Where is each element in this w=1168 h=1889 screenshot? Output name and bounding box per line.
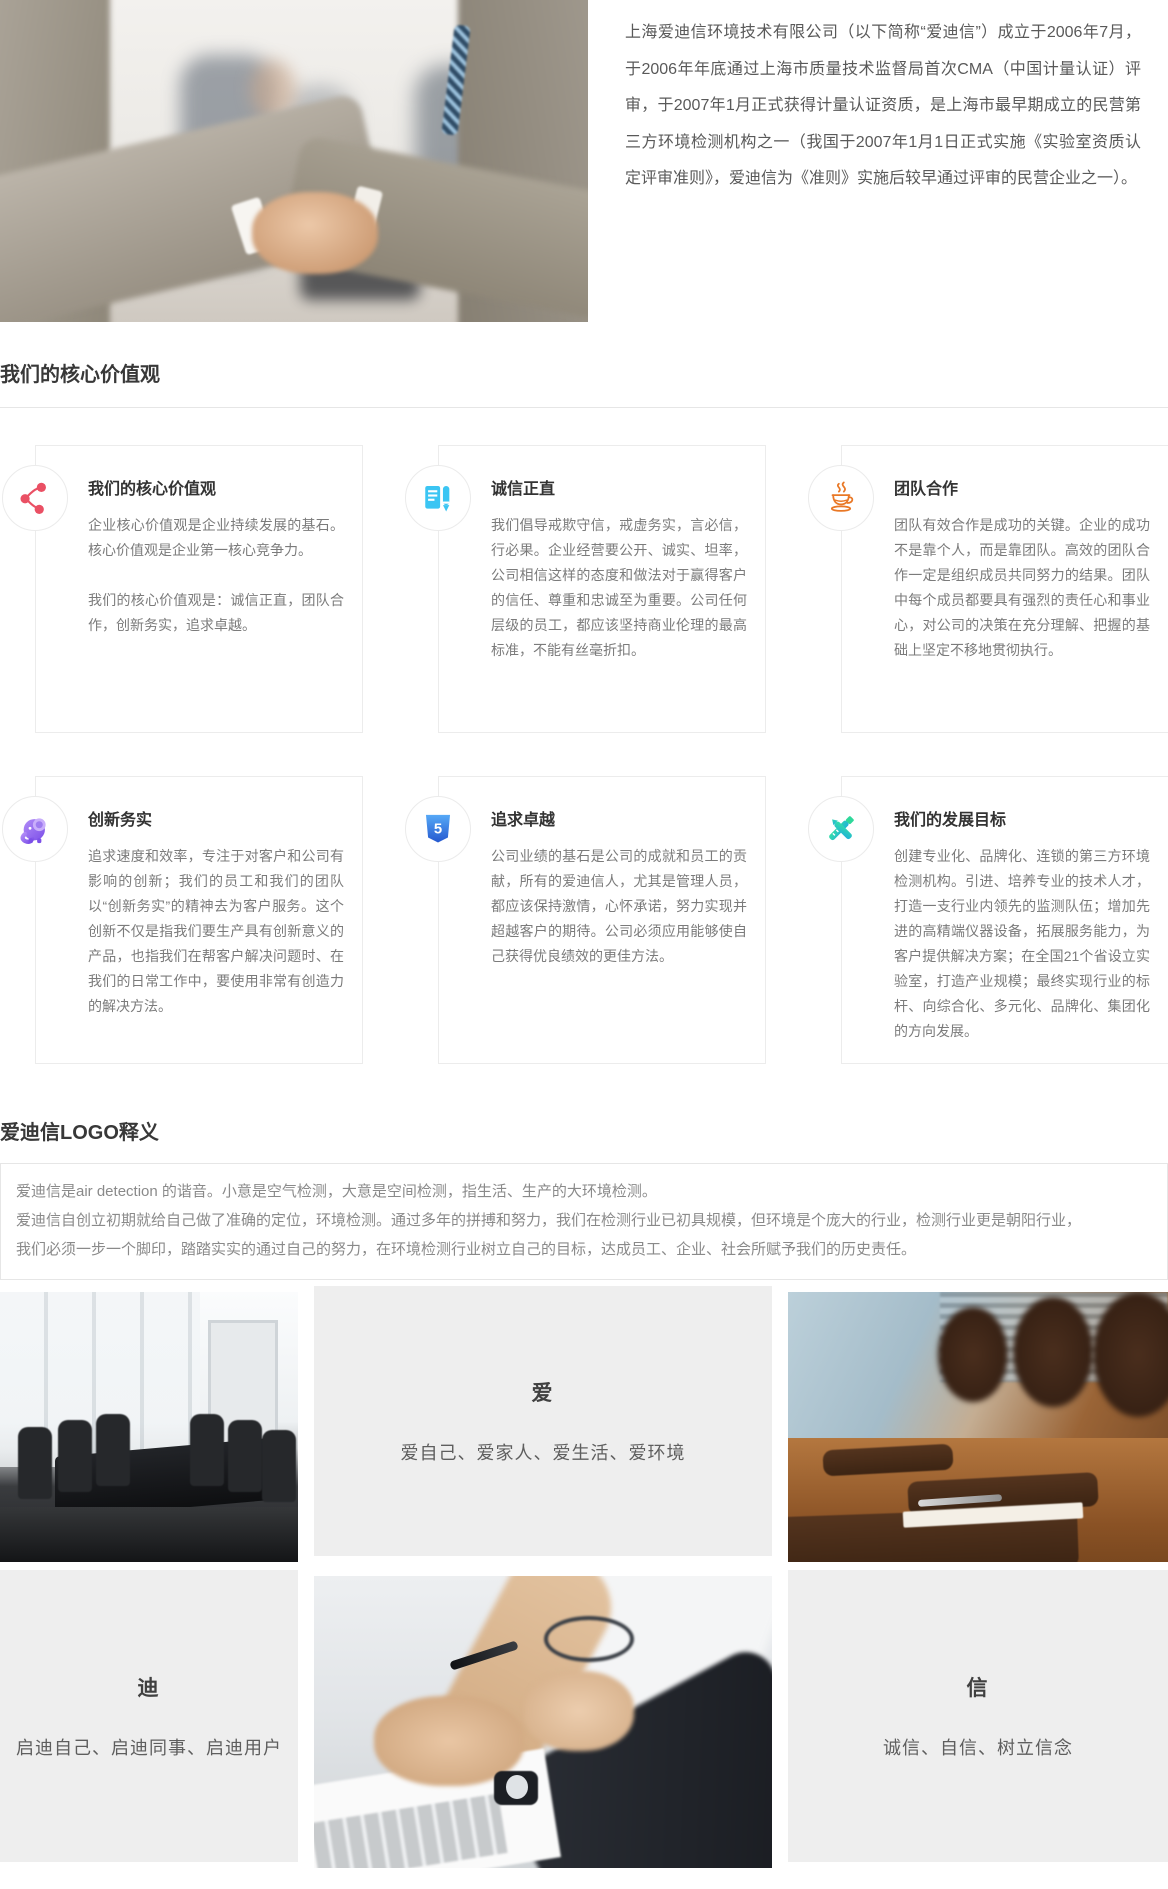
card-title: 我们的发展目标	[894, 811, 1150, 831]
logo-meaning-line: 爱迪信是air detection 的谐音。小意是空气检测，大意是空间检测，指生…	[16, 1177, 1157, 1206]
value-card-core-values: 我们的核心价值观 企业核心价值观是企业持续发展的基石。核心价值观是企业第一核心竞…	[35, 445, 363, 733]
value-block-di: 迪 启迪自己、启迪同事、启迪用户	[0, 1570, 298, 1862]
value-block-subtitle: 启迪自己、启迪同事、启迪用户	[16, 1734, 282, 1760]
card-title: 团队合作	[894, 480, 1150, 500]
photo-chair	[190, 1414, 224, 1486]
elephant-icon	[18, 812, 52, 846]
logo-meaning-line: 爱迪信自创立初期就给自己做了准确的定位，环境检测。通过多年的拼搏和努力，我们在检…	[16, 1206, 1157, 1235]
value-block-xin: 信 诚信、自信、树立信念	[788, 1570, 1168, 1862]
notebook-pencil-icon	[421, 481, 455, 515]
value-card-excellence: 5 追求卓越 公司业绩的基石是公司的成就和员工的贡献，所有的爱迪信人，尤其是管理…	[438, 776, 766, 1064]
java-coffee-icon	[824, 481, 858, 515]
photo-chair	[1013, 1297, 1093, 1407]
logo-meaning-line: 我们必须一步一个脚印，踏踏实实的通过自己的努力，在环境检测行业树立自己的目标，达…	[16, 1235, 1157, 1264]
card-text: 创建专业化、品牌化、连锁的第三方环境检测机构。引进、培养专业的技术人才，打造一支…	[894, 844, 1150, 1044]
photo-chair	[938, 1307, 1008, 1402]
value-block-subtitle: 诚信、自信、树立信念	[883, 1734, 1073, 1760]
ruler-pencil-icon	[824, 812, 858, 846]
svg-text:5: 5	[434, 821, 442, 837]
value-card-integrity: 诚信正直 我们倡导戒欺守信，戒虚务实，言必信，行必果。企业经营要公开、诚实、坦率…	[438, 445, 766, 733]
meeting-room-photo	[0, 1292, 298, 1562]
card-text: 企业核心价值观是企业持续发展的基石。核心价值观是企业第一核心竞争力。	[88, 513, 344, 563]
photo-chair	[262, 1430, 296, 1502]
icon-circle	[405, 465, 471, 531]
card-title: 创新务实	[88, 811, 344, 831]
photo-glasses	[544, 1616, 634, 1662]
photo-watch-face	[506, 1775, 528, 1799]
value-block-title: 迪	[138, 1672, 161, 1702]
about-page: 上海爱迪信环境技术有限公司（以下简称“爱迪信”）成立于2006年7月，于2006…	[0, 0, 1168, 1889]
value-block-title: 信	[967, 1672, 990, 1702]
section-title-core-values: 我们的核心价值观	[0, 362, 1168, 388]
card-title: 追求卓越	[491, 811, 747, 831]
handshake-photo	[0, 0, 588, 322]
photo-floor	[0, 1507, 298, 1562]
photo-handshake	[252, 192, 378, 274]
photo-chair	[1093, 1292, 1168, 1417]
business-hands-photo	[314, 1576, 772, 1868]
card-title: 我们的核心价值观	[88, 480, 344, 500]
card-text: 团队有效合作是成功的关键。企业的成功不是靠个人，而是靠团队。高效的团队合作一定是…	[894, 513, 1150, 663]
company-intro-paragraph: 上海爱迪信环境技术有限公司（以下简称“爱迪信”）成立于2006年7月，于2006…	[625, 0, 1141, 322]
photo-chair	[228, 1420, 262, 1492]
value-card-development-goals: 我们的发展目标 创建专业化、品牌化、连锁的第三方环境检测机构。引进、培养专业的技…	[841, 776, 1168, 1064]
logo-meaning-box: 爱迪信是air detection 的谐音。小意是空气检测，大意是空间检测，指生…	[0, 1163, 1168, 1280]
share-nodes-icon	[18, 481, 52, 515]
card-title: 诚信正直	[491, 480, 747, 500]
value-card-teamwork: 团队合作 团队有效合作是成功的关键。企业的成功不是靠个人，而是靠团队。高效的团队…	[841, 445, 1168, 733]
hero-section: 上海爱迪信环境技术有限公司（以下简称“爱迪信”）成立于2006年7月，于2006…	[0, 0, 1168, 322]
value-card-innovation: 创新务实 追求速度和效率，专注于对客户和公司有影响的创新；我们的员工和我们的团队…	[35, 776, 363, 1064]
values-mosaic: 爱 爱自己、爱家人、爱生活、爱环境 迪 启迪自己、启迪同事、启迪用户	[0, 1292, 1168, 1868]
photo-chair	[58, 1420, 92, 1492]
card-text: 我们的核心价值观是：诚信正直，团队合作，创新务实，追求卓越。	[88, 588, 344, 638]
photo-chair	[96, 1414, 130, 1486]
section-title-logo-meaning: 爱迪信LOGO释义	[0, 1120, 1168, 1146]
html5-shield-icon: 5	[421, 812, 455, 846]
photo-chair	[18, 1427, 52, 1499]
icon-circle	[808, 465, 874, 531]
icon-circle: 5	[405, 796, 471, 862]
value-block-ai: 爱 爱自己、爱家人、爱生活、爱环境	[314, 1286, 772, 1556]
value-block-title: 爱	[532, 1377, 555, 1407]
card-text: 追求速度和效率，专注于对客户和公司有影响的创新；我们的员工和我们的团队以“创新务…	[88, 844, 344, 1019]
photo-hand	[524, 1671, 634, 1751]
card-text: 公司业绩的基石是公司的成就和员工的贡献，所有的爱迪信人，尤其是管理人员，都应该保…	[491, 844, 747, 969]
core-values-cards: 我们的核心价值观 企业核心价值观是企业持续发展的基石。核心价值观是企业第一核心竞…	[35, 445, 1168, 1064]
icon-circle	[808, 796, 874, 862]
icon-circle	[2, 465, 68, 531]
conference-table-photo	[788, 1292, 1168, 1562]
value-block-subtitle: 爱自己、爱家人、爱生活、爱环境	[401, 1439, 686, 1465]
section-divider	[0, 407, 1168, 408]
card-text: 我们倡导戒欺守信，戒虚务实，言必信，行必果。企业经营要公开、诚实、坦率，公司相信…	[491, 513, 747, 663]
icon-circle	[2, 796, 68, 862]
